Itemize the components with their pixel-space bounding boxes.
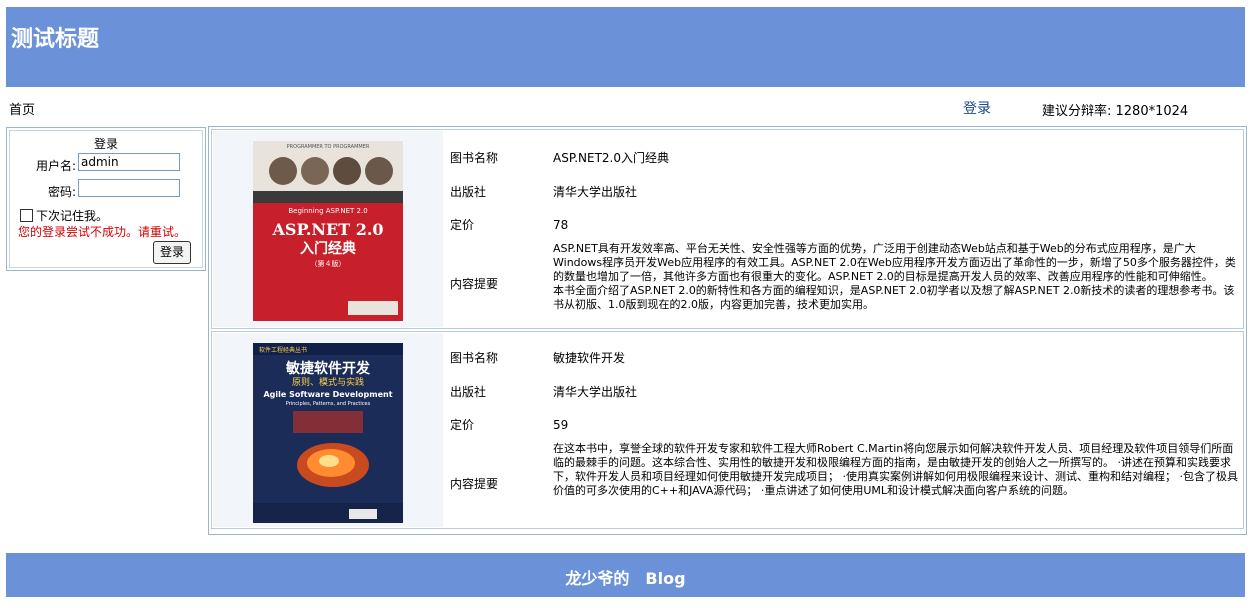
book-summary: 在这本书中，享誉全球的软件开发专家和软件工程大师Robert C.Martin将… [553, 442, 1238, 497]
publisher-label: 出版社 [450, 185, 487, 199]
footer-text: 龙少爷的 Blog [565, 569, 686, 588]
book-cover-image: PROGRAMMER TO PROGRAMMER Beginning ASP.N… [253, 141, 403, 321]
username-input[interactable] [78, 153, 180, 171]
login-panel: 登录 用户名: 密码: 下次记住我。 您的登录尝试不成功。请重试。 登录 [6, 127, 206, 271]
password-label: 密码: [47, 185, 76, 199]
remember-checkbox[interactable] [20, 209, 33, 222]
login-button[interactable]: 登录 [153, 241, 191, 264]
nav-login-link[interactable]: 登录 [963, 98, 991, 118]
book-cover-cell: 软件工程经典丛书 敏捷软件开发 原则、模式与实践 Agile Software … [213, 333, 443, 527]
book-cover-image: 软件工程经典丛书 敏捷软件开发 原则、模式与实践 Agile Software … [253, 343, 403, 523]
remember-label: 下次记住我。 [36, 209, 109, 223]
book-name-label: 图书名称 [450, 151, 499, 165]
cover-title: ASP.NET 2.0 [271, 220, 383, 239]
cover-top-text: 软件工程经典丛书 [259, 346, 307, 354]
resolution-hint: 建议分辩率: 1280*1024 [1042, 104, 1189, 119]
book-publisher: 清华大学出版社 [553, 185, 638, 199]
page-footer: 龙少爷的 Blog [6, 553, 1245, 597]
price-label: 定价 [450, 218, 475, 232]
book-cover-cell: PROGRAMMER TO PROGRAMMER Beginning ASP.N… [213, 131, 443, 327]
page-header: 测试标题 [6, 7, 1245, 87]
cover-subtitle: Principles, Patterns, and Practices [286, 401, 371, 407]
username-label: 用户名: [35, 159, 76, 173]
password-input[interactable] [78, 179, 180, 197]
summary-label: 内容提要 [450, 277, 499, 291]
login-error: 您的登录尝试不成功。请重试。 [18, 225, 187, 239]
price-label: 定价 [450, 418, 475, 432]
cover-title-cn: 入门经典 [300, 240, 356, 257]
cover-subtitle: Beginning ASP.NET 2.0 [288, 207, 367, 215]
login-panel-inner: 登录 用户名: 密码: 下次记住我。 您的登录尝试不成功。请重试。 登录 [9, 130, 203, 268]
page-title: 测试标题 [11, 26, 100, 52]
book-name: 敏捷软件开发 [553, 351, 626, 365]
book-publisher: 清华大学出版社 [553, 385, 638, 399]
summary-label: 内容提要 [450, 477, 499, 491]
cover-top-text: PROGRAMMER TO PROGRAMMER [287, 144, 370, 150]
publisher-label: 出版社 [450, 385, 487, 399]
cover-edition: （第４版） [311, 259, 346, 268]
book-item: PROGRAMMER TO PROGRAMMER Beginning ASP.N… [211, 129, 1244, 329]
book-list: PROGRAMMER TO PROGRAMMER Beginning ASP.N… [208, 126, 1247, 535]
cover-title: Agile Software Development [263, 390, 392, 399]
cover-subtitle-cn: 原则、模式与实践 [292, 376, 364, 388]
book-item: 软件工程经典丛书 敏捷软件开发 原则、模式与实践 Agile Software … [211, 331, 1244, 529]
book-name-label: 图书名称 [450, 351, 499, 365]
book-name: ASP.NET2.0入门经典 [553, 151, 669, 165]
login-title: 登录 [93, 137, 118, 151]
remember-me[interactable]: 下次记住我。 [20, 207, 108, 224]
nav-home-link[interactable]: 首页 [9, 99, 35, 118]
book-summary: ASP.NET具有开发效率高、平台无关性、安全性强等方面的优势，广泛用于创建动态… [553, 242, 1236, 311]
book-price: 59 [553, 418, 569, 432]
book-price: 78 [553, 218, 569, 232]
cover-title-cn: 敏捷软件开发 [285, 360, 371, 377]
